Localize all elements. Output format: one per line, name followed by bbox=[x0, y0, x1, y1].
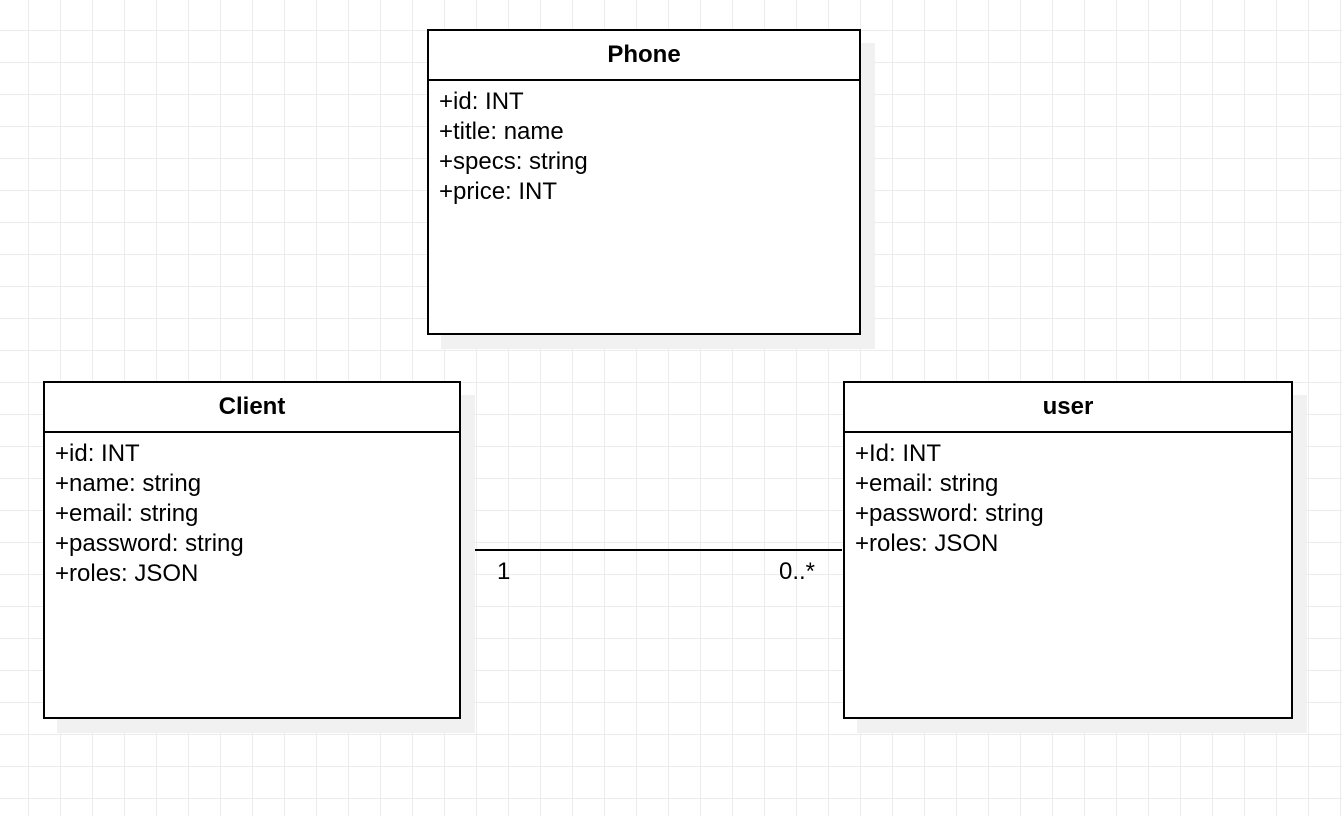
class-phone-name: Phone bbox=[429, 31, 859, 81]
class-attribute: +id: INT bbox=[439, 88, 524, 115]
class-attribute: +password: string bbox=[55, 530, 244, 557]
class-attribute: +password: string bbox=[855, 500, 1044, 527]
class-attribute: +name: string bbox=[55, 470, 202, 497]
class-user[interactable]: user +Id: INT +email: string +password: … bbox=[843, 381, 1293, 719]
multiplicity-client-end: 1 bbox=[497, 558, 511, 585]
class-client[interactable]: Client +id: INT +name: string +email: st… bbox=[43, 381, 461, 719]
class-user-name: user bbox=[845, 383, 1291, 433]
class-attribute: +email: string bbox=[55, 500, 199, 527]
class-client-name: Client bbox=[45, 383, 459, 433]
class-attribute: +roles: JSON bbox=[55, 560, 199, 587]
diagram-canvas: Phone +id: INT +title: name +specs: stri… bbox=[0, 0, 1342, 816]
class-attribute: +roles: JSON bbox=[855, 530, 999, 557]
class-attribute: +email: string bbox=[855, 470, 999, 497]
class-attribute: +title: name bbox=[439, 118, 564, 145]
class-phone[interactable]: Phone +id: INT +title: name +specs: stri… bbox=[427, 29, 861, 335]
class-user-attributes: +Id: INT +email: string +password: strin… bbox=[845, 433, 1291, 559]
class-phone-attributes: +id: INT +title: name +specs: string +pr… bbox=[429, 81, 859, 207]
class-attribute: +Id: INT bbox=[855, 440, 942, 467]
class-client-attributes: +id: INT +name: string +email: string +p… bbox=[45, 433, 459, 589]
class-attribute: +specs: string bbox=[439, 148, 588, 175]
class-attribute: +price: INT bbox=[439, 178, 558, 205]
multiplicity-user-end: 0..* bbox=[779, 558, 816, 585]
class-attribute: +id: INT bbox=[55, 440, 140, 467]
